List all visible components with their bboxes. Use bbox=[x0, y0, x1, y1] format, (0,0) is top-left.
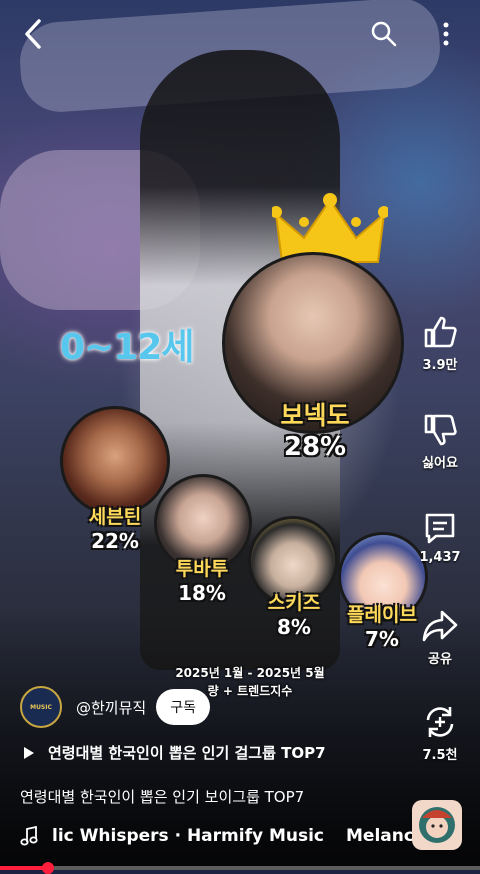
chart-label-1: 세븐틴 22% bbox=[70, 502, 160, 553]
thumbs-down-icon bbox=[424, 414, 457, 446]
remix-count: 7.5천 bbox=[422, 748, 458, 763]
chart-category-1: 세븐틴 bbox=[88, 506, 142, 528]
more-vertical-icon bbox=[443, 22, 449, 46]
dislike-button[interactable]: 싫어요 bbox=[404, 412, 476, 471]
caption-line-1: 2025년 1월 - 2025년 5월 bbox=[175, 666, 325, 680]
chart-label-0: 보넥도 28% bbox=[252, 396, 378, 462]
search-button[interactable] bbox=[364, 14, 404, 54]
search-icon bbox=[371, 21, 397, 47]
dislike-label: 싫어요 bbox=[422, 456, 458, 471]
album-face-icon bbox=[419, 807, 455, 843]
chart-value-3: 8% bbox=[277, 615, 311, 639]
progress-fill bbox=[0, 866, 48, 870]
comment-icon bbox=[425, 513, 455, 544]
chevron-left-icon bbox=[25, 19, 41, 49]
age-group-label: 0~12세 bbox=[60, 327, 194, 368]
play-icon bbox=[24, 746, 34, 759]
music-marquee[interactable]: lic Whispers · Harmify Music Melanc bbox=[20, 826, 414, 846]
music-note-icon bbox=[20, 826, 38, 846]
music-text-2: Melanc bbox=[346, 826, 414, 846]
remix-button[interactable]: 7.5천 bbox=[404, 704, 476, 763]
music-text-1: lic Whispers · Harmify Music bbox=[52, 826, 325, 846]
chart-label-2: 투바투 18% bbox=[160, 554, 244, 605]
back-button[interactable] bbox=[14, 14, 54, 54]
thumbs-up-icon bbox=[424, 316, 457, 348]
video-progress-bar[interactable] bbox=[0, 862, 480, 874]
music-album-art[interactable] bbox=[412, 800, 462, 850]
video-title[interactable]: 연령대별 한국인이 뽑은 인기 보이그룹 TOP7 bbox=[20, 786, 304, 807]
remix-icon bbox=[426, 707, 454, 737]
like-count: 3.9만 bbox=[422, 358, 458, 373]
channel-name[interactable]: @한끼뮤직 bbox=[76, 697, 146, 718]
chart-label-3: 스키즈 8% bbox=[252, 588, 336, 639]
chart-value-0: 28% bbox=[283, 432, 347, 462]
chart-category-3: 스키즈 bbox=[267, 592, 321, 614]
comments-button[interactable]: 1,437 bbox=[404, 510, 476, 565]
channel-row: MUSIC @한끼뮤직 구독 bbox=[20, 686, 210, 728]
subscribe-button[interactable]: 구독 bbox=[156, 689, 210, 725]
playlist-link[interactable]: 연령대별 한국인이 뽑은 인기 걸그룹 TOP7 bbox=[24, 742, 326, 763]
playlist-label: 연령대별 한국인이 뽑은 인기 걸그룹 TOP7 bbox=[48, 744, 326, 762]
comment-count: 1,437 bbox=[419, 550, 461, 565]
chart-value-2: 18% bbox=[178, 581, 226, 605]
chart-bubble-1 bbox=[60, 406, 170, 516]
chart-category-2: 투바투 bbox=[175, 558, 229, 580]
channel-avatar[interactable]: MUSIC bbox=[20, 686, 62, 728]
progress-knob[interactable] bbox=[42, 862, 54, 874]
share-button[interactable]: 공유 bbox=[404, 608, 476, 667]
more-options-button[interactable] bbox=[428, 14, 464, 54]
chart-category-0: 보넥도 bbox=[280, 401, 350, 430]
share-label: 공유 bbox=[428, 652, 452, 667]
share-icon bbox=[422, 610, 458, 642]
like-button[interactable]: 3.9만 bbox=[404, 314, 476, 373]
chart-value-1: 22% bbox=[91, 529, 139, 553]
